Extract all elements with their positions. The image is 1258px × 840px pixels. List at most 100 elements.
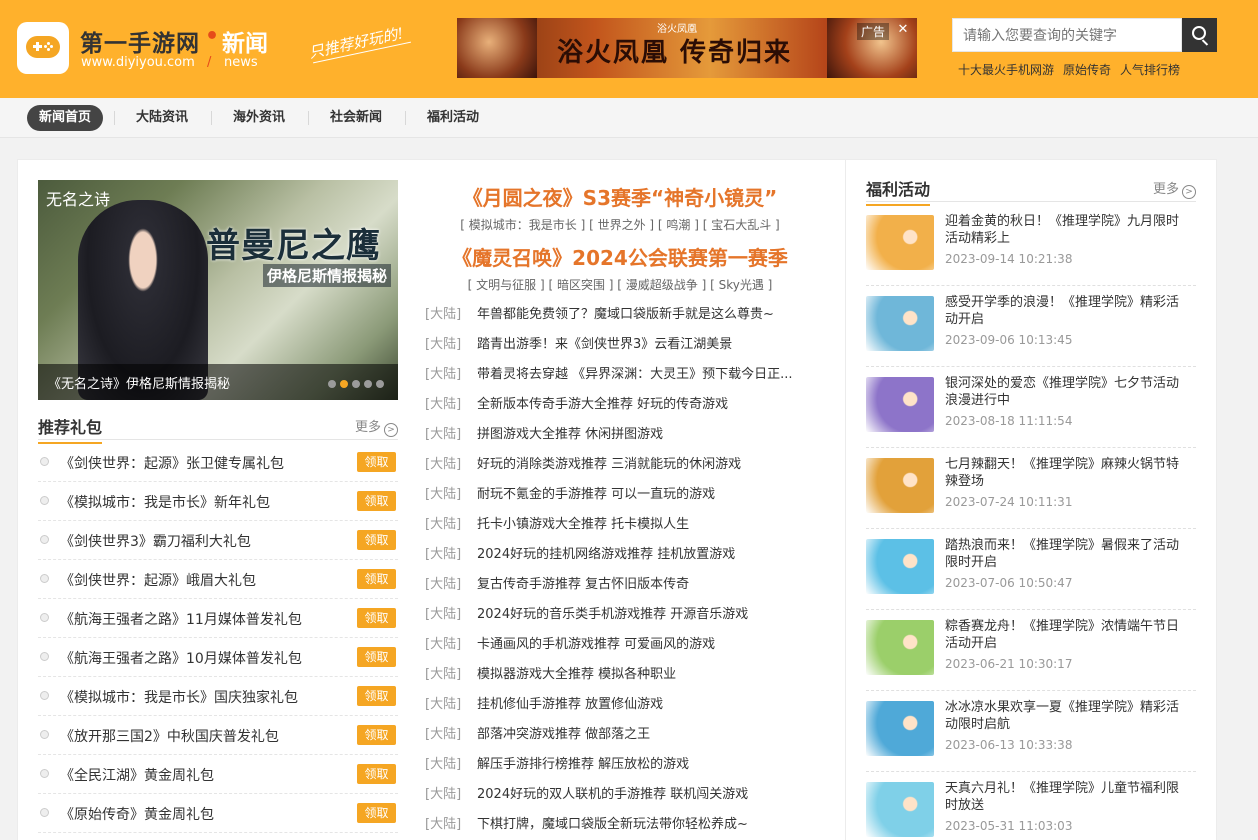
search-button[interactable]: [1182, 18, 1217, 52]
news-title[interactable]: 2024好玩的音乐类手机游戏推荐 开源音乐游戏: [477, 600, 822, 630]
news-title[interactable]: 挂机修仙手游推荐 放置修仙游戏: [477, 690, 822, 720]
news-title[interactable]: 托卡小镇游戏大全推荐 托卡模拟人生: [477, 510, 822, 540]
claim-button[interactable]: 领取: [357, 452, 396, 472]
claim-button[interactable]: 领取: [357, 608, 396, 628]
news-title[interactable]: 模拟器游戏大全推荐 模拟各种职业: [477, 660, 822, 690]
promo-thumbnail[interactable]: [866, 620, 934, 675]
claim-button[interactable]: 领取: [357, 569, 396, 589]
feature-caption[interactable]: 《无名之诗》伊格尼斯情报揭秘: [48, 373, 230, 392]
headline-title[interactable]: 《月圆之夜》S3赛季“神奇小镜灵”: [420, 182, 820, 211]
promo-thumbnail[interactable]: [866, 782, 934, 837]
claim-button[interactable]: 领取: [357, 764, 396, 784]
gift-more-link[interactable]: 更多 >: [355, 416, 398, 437]
nav-item-news-home[interactable]: 新闻首页: [27, 105, 103, 131]
news-category[interactable]: [大陆]: [425, 810, 461, 840]
ad-banner[interactable]: 浴火凤凰 浴火凤凰 传奇归来 广告 ✕: [457, 18, 917, 78]
news-title[interactable]: 下棋打牌，魔域口袋版全新玩法带你轻松养成~: [477, 810, 822, 840]
gift-name[interactable]: 《航海王强者之路》10月媒体普发礼包: [60, 648, 302, 668]
promo-more-link[interactable]: 更多 >: [1153, 178, 1196, 199]
gift-name[interactable]: 《剑侠世界：起源》峨眉大礼包: [60, 570, 256, 590]
promo-thumbnail[interactable]: [866, 458, 934, 513]
site-logo[interactable]: [17, 22, 69, 74]
promo-title[interactable]: 冰冰凉水果欢享一夏《推理学院》精彩活动限时启航: [945, 699, 1190, 733]
site-name[interactable]: 第一手游网: [80, 24, 200, 58]
news-title[interactable]: 耐玩不氪金的手游推荐 可以一直玩的游戏: [477, 480, 822, 510]
promo-title[interactable]: 粽香赛龙舟！《推理学院》浓情端午节日活动开启: [945, 618, 1190, 652]
news-category[interactable]: [大陆]: [425, 570, 461, 600]
hot-link[interactable]: 原始传奇: [1063, 63, 1111, 77]
promo-thumbnail[interactable]: [866, 701, 934, 756]
news-category[interactable]: [大陆]: [425, 510, 461, 540]
news-category[interactable]: [大陆]: [425, 690, 461, 720]
hot-link[interactable]: 人气排行榜: [1120, 63, 1180, 77]
nav-item-society[interactable]: 社会新闻: [319, 105, 393, 131]
news-title[interactable]: 带着灵将去穿越 《异界深渊：大灵王》预下载今日正...: [477, 360, 822, 390]
gift-name[interactable]: 《剑侠世界：起源》张卫健专属礼包: [60, 453, 284, 473]
promo-thumbnail[interactable]: [866, 539, 934, 594]
news-title[interactable]: 2024好玩的挂机网络游戏推荐 挂机放置游戏: [477, 540, 822, 570]
news-category[interactable]: [大陆]: [425, 600, 461, 630]
nav-item-overseas[interactable]: 海外资讯: [222, 105, 296, 131]
news-title[interactable]: 部落冲突游戏推荐 做部落之王: [477, 720, 822, 750]
slider-dot[interactable]: [352, 380, 360, 388]
promo-title[interactable]: 迎着金黄的秋日！《推理学院》九月限时活动精彩上: [945, 213, 1190, 247]
news-category[interactable]: [大陆]: [425, 420, 461, 450]
slider-dot[interactable]: [364, 380, 372, 388]
gift-name[interactable]: 《航海王强者之路》11月媒体普发礼包: [60, 609, 302, 629]
claim-button[interactable]: 领取: [357, 803, 396, 823]
claim-button[interactable]: 领取: [357, 647, 396, 667]
claim-button[interactable]: 领取: [357, 686, 396, 706]
news-title[interactable]: 复古传奇手游推荐 复古怀旧版本传奇: [477, 570, 822, 600]
news-category[interactable]: [大陆]: [425, 750, 461, 780]
news-category[interactable]: [大陆]: [425, 450, 461, 480]
news-title[interactable]: 全新版本传奇手游大全推荐 好玩的传奇游戏: [477, 390, 822, 420]
news-title[interactable]: 年兽都能免费领了？魔域口袋版新手就是这么尊贵~: [477, 300, 822, 330]
news-category[interactable]: [大陆]: [425, 660, 461, 690]
promo-title[interactable]: 天真六月礼！《推理学院》儿童节福利限时放送: [945, 780, 1190, 814]
gift-name[interactable]: 《模拟城市：我是市长》新年礼包: [60, 492, 270, 512]
headline-title[interactable]: 《魔灵召唤》2024公会联赛第一赛季: [420, 242, 820, 271]
gift-name[interactable]: 《模拟城市：我是市长》国庆独家礼包: [60, 687, 298, 707]
hot-link[interactable]: 十大最火手机网游: [958, 63, 1054, 77]
promo-title[interactable]: 踏热浪而来！《推理学院》暑假来了活动限时开启: [945, 537, 1190, 571]
feature-slider[interactable]: 无名之诗 普曼尼之鹰 伊格尼斯情报揭秘 《无名之诗》伊格尼斯情报揭秘: [38, 180, 398, 400]
search-input[interactable]: [953, 19, 1181, 51]
headline-tags[interactable]: [ 模拟城市：我是市长 ] [ 世界之外 ] [ 鸣潮 ] [ 宝石大乱斗 ]: [420, 216, 820, 233]
news-category[interactable]: [大陆]: [425, 720, 461, 750]
promo-thumbnail[interactable]: [866, 215, 934, 270]
slider-dot-active[interactable]: [340, 380, 348, 388]
promo-title[interactable]: 七月辣翻天！《推理学院》麻辣火锅节特辣登场: [945, 456, 1190, 490]
gift-name[interactable]: 《剑侠世界3》霸刀福利大礼包: [60, 531, 251, 551]
close-icon[interactable]: ✕: [895, 22, 911, 38]
news-category[interactable]: [大陆]: [425, 300, 461, 330]
gift-name[interactable]: 《原始传奇》黄金周礼包: [60, 804, 214, 824]
news-title[interactable]: 卡通画风的手机游戏推荐 可爱画风的游戏: [477, 630, 822, 660]
news-category[interactable]: [大陆]: [425, 390, 461, 420]
promo-title[interactable]: 感受开学季的浪漫！《推理学院》精彩活动开启: [945, 294, 1190, 328]
news-title[interactable]: 拼图游戏大全推荐 休闲拼图游戏: [477, 420, 822, 450]
nav-item-mainland[interactable]: 大陆资讯: [125, 105, 199, 131]
claim-button[interactable]: 领取: [357, 491, 396, 511]
news-title[interactable]: 好玩的消除类游戏推荐 三消就能玩的休闲游戏: [477, 450, 822, 480]
news-category[interactable]: [大陆]: [425, 480, 461, 510]
claim-button[interactable]: 领取: [357, 725, 396, 745]
news-category[interactable]: [大陆]: [425, 330, 461, 360]
nav-item-welfare[interactable]: 福利活动: [416, 105, 490, 131]
news-title[interactable]: 2024好玩的双人联机的手游推荐 联机闯关游戏: [477, 780, 822, 810]
gift-name[interactable]: 《放开那三国2》中秋国庆普发礼包: [60, 726, 279, 746]
site-url[interactable]: www.diyiyou.com: [81, 55, 195, 70]
news-category[interactable]: [大陆]: [425, 630, 461, 660]
news-category[interactable]: [大陆]: [425, 360, 461, 390]
news-title[interactable]: 解压手游排行榜推荐 解压放松的游戏: [477, 750, 822, 780]
news-category[interactable]: [大陆]: [425, 540, 461, 570]
gift-name[interactable]: 《全民江湖》黄金周礼包: [60, 765, 214, 785]
promo-thumbnail[interactable]: [866, 296, 934, 351]
news-category[interactable]: [大陆]: [425, 780, 461, 810]
promo-title[interactable]: 银河深处的爱恋《推理学院》七夕节活动浪漫进行中: [945, 375, 1190, 409]
promo-thumbnail[interactable]: [866, 377, 934, 432]
slider-dot[interactable]: [376, 380, 384, 388]
slider-dot[interactable]: [328, 380, 336, 388]
claim-button[interactable]: 领取: [357, 530, 396, 550]
news-title[interactable]: 踏青出游季！来《剑侠世界3》云看江湖美景: [477, 330, 822, 360]
headline-tags[interactable]: [ 文明与征服 ] [ 暗区突围 ] [ 漫威超级战争 ] [ Sky光遇 ]: [420, 276, 820, 293]
